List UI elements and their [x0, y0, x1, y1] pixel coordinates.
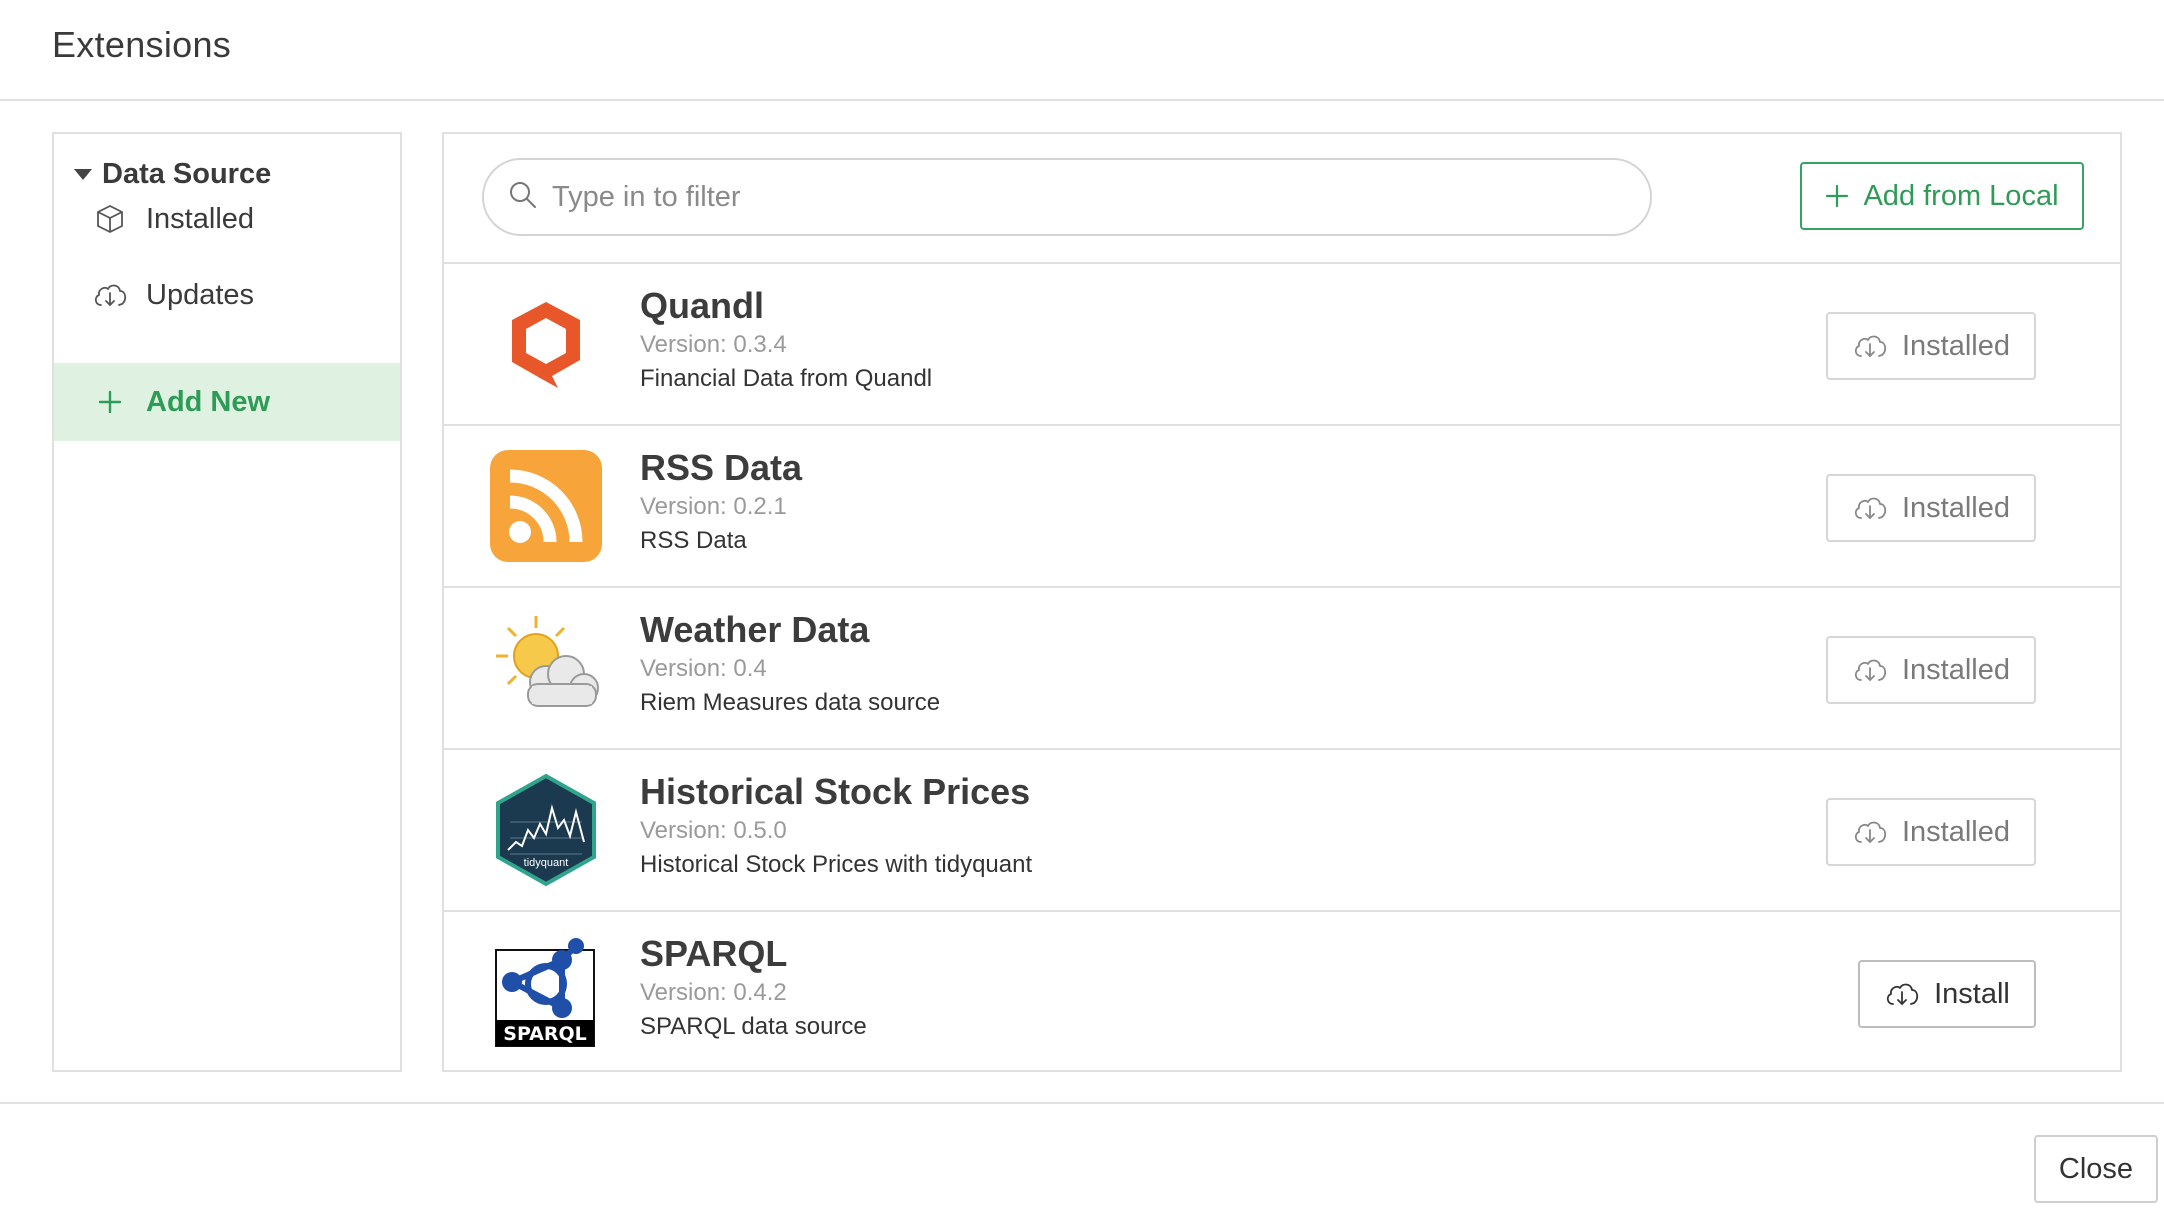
extension-row-historical-stock-prices: tidyquant Historical Stock Prices Versio…: [444, 748, 2120, 910]
installed-status-button[interactable]: Installed: [1826, 474, 2036, 542]
extension-description: Historical Stock Prices with tidyquant: [640, 851, 1033, 878]
extension-name: Historical Stock Prices: [640, 771, 1031, 812]
extension-name: Weather Data: [640, 609, 870, 650]
extension-version: Version: 0.4.2: [640, 979, 787, 1006]
sparql-logo-text: SPARQL: [503, 1023, 586, 1045]
header-divider: [0, 99, 2164, 101]
cloud-download-icon: [1884, 979, 1920, 1009]
extension-version: Version: 0.3.4: [640, 331, 787, 358]
cloud-download-icon: [92, 277, 128, 313]
installed-status-button[interactable]: Installed: [1826, 636, 2036, 704]
tidyquant-logo-text: tidyquant: [524, 857, 569, 869]
sidebar-item-installed[interactable]: Installed: [54, 180, 400, 258]
tidyquant-logo: tidyquant: [488, 772, 604, 888]
extension-description: Financial Data from Quandl: [640, 365, 933, 392]
status-label: Installed: [1901, 815, 2010, 848]
extension-version: Version: 0.4: [640, 655, 767, 682]
extension-name: Quandl: [640, 285, 764, 326]
installed-status-button[interactable]: Installed: [1826, 312, 2036, 380]
sidebar-item-label: Installed: [146, 202, 255, 235]
sidebar-item-label: Updates: [146, 278, 255, 311]
extension-description: Riem Measures data source: [640, 689, 941, 716]
extension-row-weather-data: Weather Data Version: 0.4 Riem Measures …: [444, 586, 2120, 748]
cloud-download-icon: [1852, 655, 1888, 685]
sidebar-item-updates[interactable]: Updates: [54, 256, 400, 334]
sparql-logo: SPARQL: [488, 934, 604, 1050]
install-button[interactable]: Install: [1858, 960, 2036, 1028]
status-label: Installed: [1901, 329, 2010, 362]
search-icon: [508, 180, 538, 215]
add-from-local-label: Add from Local: [1863, 179, 2059, 212]
status-label: Installed: [1901, 653, 2010, 686]
extension-description: SPARQL data source: [640, 1013, 867, 1040]
cloud-download-icon: [1852, 817, 1888, 847]
sidebar-item-add-new[interactable]: Add New: [54, 363, 400, 441]
cloud-download-icon: [1852, 493, 1888, 523]
close-button[interactable]: Close: [2034, 1135, 2158, 1203]
status-label: Installed: [1901, 491, 2010, 524]
extension-row-quandl: Quandl Version: 0.3.4 Financial Data fro…: [444, 262, 2120, 424]
extension-list: Quandl Version: 0.3.4 Financial Data fro…: [444, 262, 2120, 1072]
extensions-panel: Add from Local Quandl Version: 0.3.4 Fin…: [442, 132, 2122, 1072]
extension-description: RSS Data: [640, 527, 747, 554]
install-label: Install: [1934, 977, 2010, 1010]
extension-row-sparql: SPARQL SPARQL Version: 0.4.2 SPARQL data…: [444, 910, 2120, 1072]
extension-version: Version: 0.5.0: [640, 817, 787, 844]
installed-status-button[interactable]: Installed: [1826, 798, 2036, 866]
search-input[interactable]: [552, 180, 1602, 214]
cloud-download-icon: [1852, 331, 1888, 361]
extension-name: SPARQL: [640, 933, 788, 974]
add-from-local-button[interactable]: Add from Local: [1800, 162, 2084, 230]
cube-icon: [92, 201, 128, 237]
extension-row-rss-data: RSS Data Version: 0.2.1 RSS Data Install…: [444, 424, 2120, 586]
quandl-logo: [488, 286, 604, 402]
sidebar: Data Source Installed Updates Add New: [52, 132, 402, 1072]
plus-icon: [1825, 177, 1849, 215]
rss-logo: [488, 448, 604, 564]
dialog-title: Extensions: [52, 24, 232, 65]
plus-icon: [92, 384, 128, 420]
weather-logo: [488, 610, 604, 726]
extension-name: RSS Data: [640, 447, 803, 488]
sidebar-item-label: Add New: [146, 385, 271, 418]
extension-version: Version: 0.2.1: [640, 493, 787, 520]
footer-divider: [0, 1102, 2164, 1104]
search-box[interactable]: [482, 158, 1652, 236]
caret-down-icon: [74, 169, 92, 180]
